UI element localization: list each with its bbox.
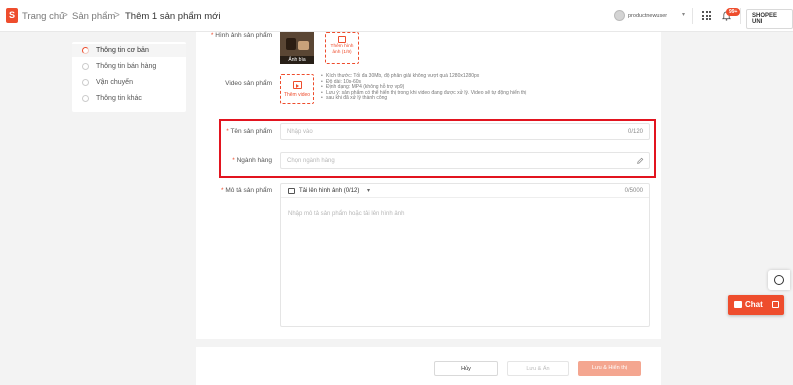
description-toolbar: Tải lên hình ảnh (0/12) ▾ 0/5000 [281, 184, 649, 198]
add-image-button[interactable]: Thêm hình ảnh (1/9) [325, 32, 359, 64]
chevron-down-icon[interactable]: ▾ [367, 187, 370, 194]
avatar[interactable] [614, 10, 625, 21]
product-name-input[interactable]: Nhập vào 0/120 [280, 123, 650, 140]
shopee-uni-button[interactable]: SHOPEE UNI [746, 9, 793, 29]
step-circle-icon [82, 79, 89, 86]
add-image-label: Thêm hình ảnh (1/9) [330, 44, 354, 55]
chat-icon [734, 301, 742, 308]
divider [740, 8, 741, 24]
category-label: * Ngành hàng [232, 157, 272, 164]
chat-label: Chat [745, 300, 763, 309]
notification-badge: 99+ [726, 8, 741, 16]
chat-window-icon [772, 301, 779, 308]
cover-caption: Ảnh bìa [280, 56, 314, 64]
breadcrumb-current: Thêm 1 sản phẩm mới [125, 11, 221, 22]
step-sales-info[interactable]: Thông tin bán hàng [96, 63, 156, 70]
step-other-info[interactable]: Thông tin khác [96, 95, 142, 102]
apps-grid-icon[interactable] [702, 11, 711, 20]
step-circle-icon [82, 95, 89, 102]
add-video-button[interactable]: Thêm video [280, 74, 314, 104]
save-and-show-button[interactable]: Lưu & Hiển thị [578, 361, 641, 376]
image-icon [288, 188, 295, 194]
step-navigation: Thông tin cơ bản Thông tin bán hàng Vận … [72, 42, 186, 112]
product-name-label: * Tên sản phẩm [226, 128, 272, 135]
video-add-icon [292, 81, 302, 89]
step-progress-icon [82, 47, 89, 54]
username[interactable]: productnewuser [628, 13, 667, 19]
top-bar: S Trang chủ > Sản phẩm > Thêm 1 sản phẩm… [0, 0, 793, 32]
add-video-label: Thêm video [283, 92, 311, 98]
category-selector[interactable]: Chọn ngành hàng [280, 152, 650, 169]
pencil-icon[interactable] [636, 157, 644, 165]
product-name-placeholder: Nhập vào [287, 129, 313, 135]
breadcrumb-separator: > [114, 10, 120, 21]
cover-image-thumbnail[interactable]: Ảnh bìa [280, 32, 314, 64]
description-placeholder: Nhập mô tả sản phẩm hoặc tải lên hình ản… [288, 211, 405, 217]
breadcrumb-home[interactable]: Trang chủ [22, 11, 64, 22]
product-name-counter: 0/120 [627, 129, 643, 135]
breadcrumb-separator: > [62, 10, 68, 21]
shopee-logo-icon[interactable]: S [6, 8, 18, 23]
cancel-button[interactable]: Hủy [434, 361, 498, 376]
step-circle-icon [82, 63, 89, 70]
image-add-icon [338, 36, 346, 43]
description-editor[interactable]: Tải lên hình ảnh (0/12) ▾ 0/5000 Nhập mô… [280, 183, 650, 327]
support-widget[interactable] [768, 270, 790, 290]
step-shipping[interactable]: Vận chuyển [96, 79, 133, 86]
breadcrumb-products[interactable]: Sản phẩm [72, 11, 115, 22]
video-requirements: Kích thước: Tối đa 30Mb, độ phân giải kh… [321, 73, 561, 102]
description-counter: 0/5000 [624, 188, 643, 194]
video-note: sau khi đã xử lý thành công [321, 96, 561, 102]
divider [692, 8, 693, 24]
chevron-down-icon[interactable]: ▾ [682, 11, 685, 18]
headset-icon [774, 275, 784, 285]
description-label: * Mô tả sản phẩm [221, 187, 272, 194]
upload-images-button[interactable]: Tải lên hình ảnh (0/12) [299, 188, 359, 194]
step-basic-info[interactable]: Thông tin cơ bản [96, 47, 149, 54]
chat-button[interactable]: Chat [728, 295, 784, 315]
save-and-hide-button[interactable]: Lưu & Ẩn [507, 361, 569, 376]
video-label: Video sản phẩm [225, 80, 272, 87]
images-label: * Hình ảnh sản phẩm [210, 32, 272, 39]
category-placeholder: Chọn ngành hàng [287, 158, 335, 164]
